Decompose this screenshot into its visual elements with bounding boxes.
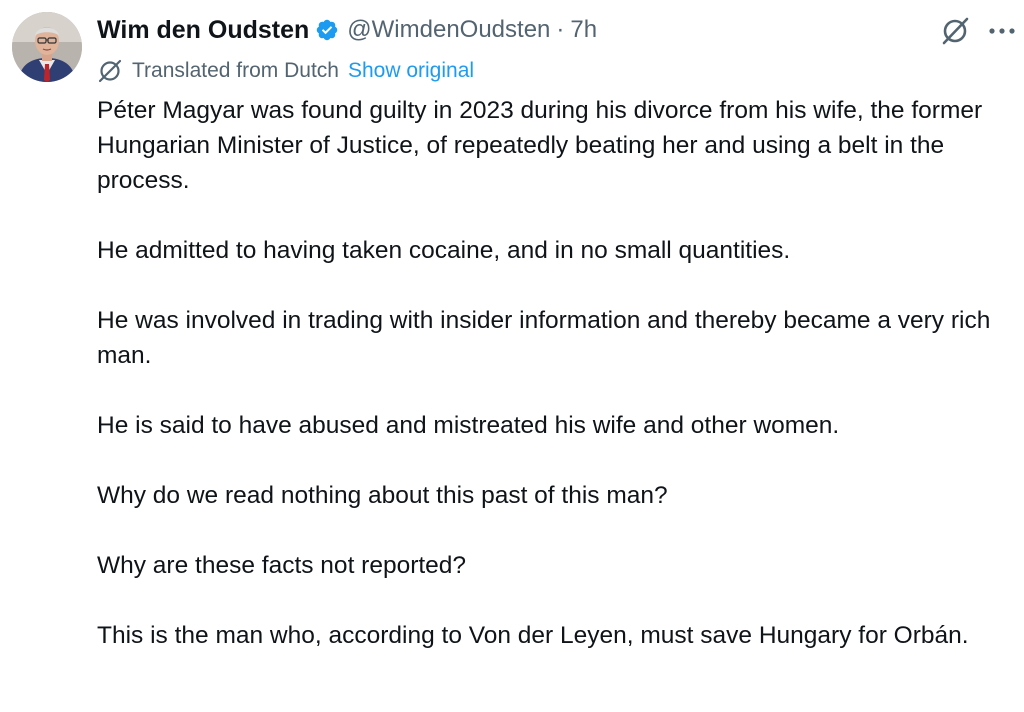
author-handle[interactable]: @WimdenOudsten xyxy=(347,16,550,44)
more-options-icon[interactable] xyxy=(986,18,1018,44)
tweet-paragraph: He is said to have abused and mistreated… xyxy=(97,412,840,439)
show-original-link[interactable]: Show original xyxy=(348,59,474,83)
tweet-paragraph: Why do we read nothing about this past o… xyxy=(97,482,668,509)
translate-icon xyxy=(98,59,122,83)
translated-label: Translated from Dutch xyxy=(132,59,339,82)
author-name[interactable]: Wim den Oudsten xyxy=(97,16,309,45)
avatar-image xyxy=(12,12,82,82)
tweet-header: Wim den Oudsten @WimdenOudsten · 7h xyxy=(97,12,597,48)
tweet-paragraph: He admitted to having taken cocaine, and… xyxy=(97,237,791,264)
tweet-paragraph: Why are these facts not reported? xyxy=(97,552,467,579)
avatar[interactable] xyxy=(12,12,82,82)
timestamp[interactable]: 7h xyxy=(570,16,597,44)
translation-row: Translated from Dutch Show original xyxy=(97,56,474,86)
verified-badge-icon xyxy=(317,19,338,41)
tweet-paragraph: He was involved in trading with insider … xyxy=(97,307,991,369)
tweet-paragraph: This is the man who, according to Von de… xyxy=(97,622,969,649)
separator-dot: · xyxy=(556,16,565,43)
tweet-paragraph: Péter Magyar was found guilty in 2023 du… xyxy=(97,97,983,194)
tweet-text: Péter Magyar was found guilty in 2023 du… xyxy=(97,93,1012,653)
grok-icon[interactable] xyxy=(940,16,970,46)
